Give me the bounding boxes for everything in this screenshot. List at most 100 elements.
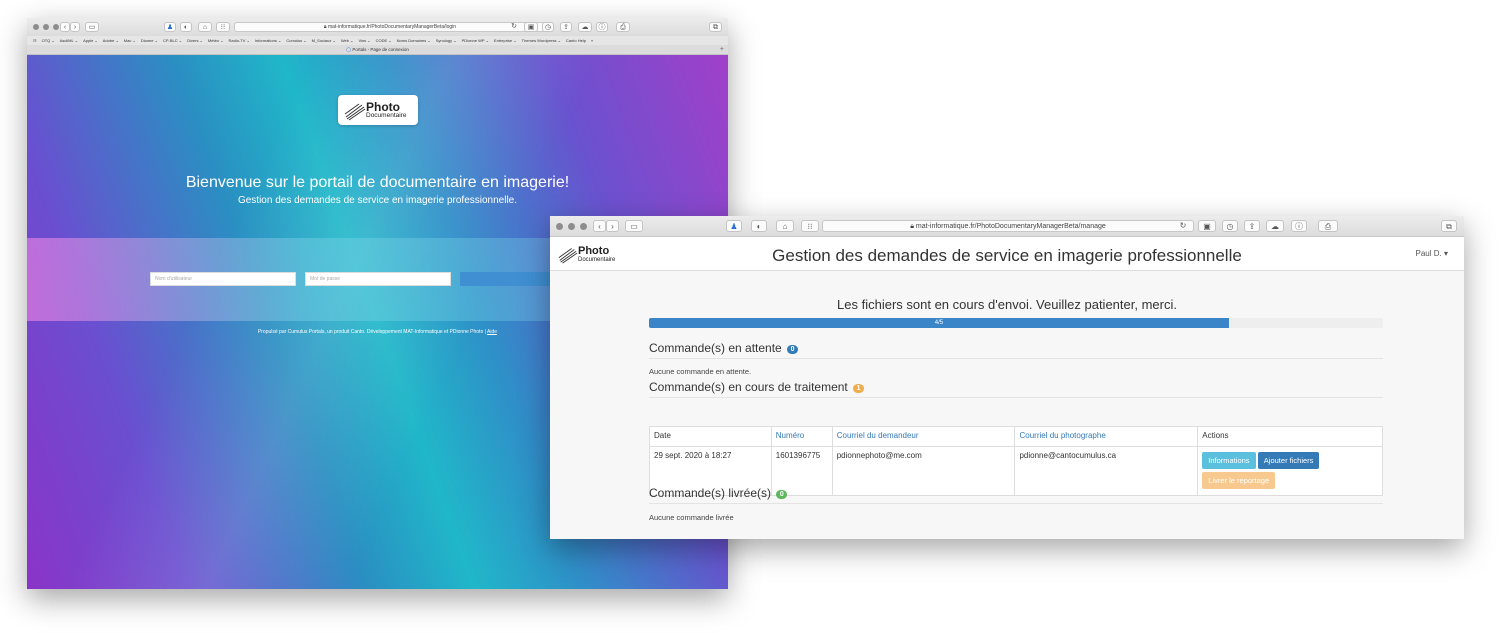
shield-icon[interactable]: ◐ <box>180 22 192 32</box>
reload-icon[interactable]: ↻ <box>510 22 518 32</box>
processing-title: Commande(s) en cours de traitement 1 <box>649 380 1383 398</box>
bookmark-item[interactable]: Mac ⌄ <box>124 38 136 43</box>
minimize-dot[interactable] <box>568 223 575 230</box>
info-icon[interactable]: ⓘ <box>596 22 608 32</box>
url-text: mat-informatique.fr/PhotoDocumentaryMana… <box>915 223 1106 230</box>
reload-icon[interactable]: ↻ <box>1178 220 1188 232</box>
close-dot[interactable] <box>556 223 563 230</box>
cloud-icon[interactable]: ☁ <box>1266 220 1284 232</box>
cloud-icon[interactable]: ☁ <box>578 22 592 32</box>
zoom-dot[interactable] <box>580 223 587 230</box>
bookmark-item[interactable]: Dionne ⌄ <box>141 38 158 43</box>
shield-icon[interactable]: ◐ <box>751 220 767 232</box>
bookmark-item[interactable]: Apple ⌄ <box>83 38 98 43</box>
chevron-right-icon[interactable]: › <box>606 220 619 232</box>
reader-icon[interactable]: ▣ <box>524 22 538 32</box>
user-menu[interactable]: Paul D. ▾ <box>1416 249 1448 258</box>
password-input[interactable]: Mot de passe <box>305 272 451 286</box>
person-icon[interactable]: ♟ <box>164 22 176 32</box>
bookmark-item[interactable]: Vins ⌄ <box>358 38 370 43</box>
chevron-left-icon[interactable]: ‹ <box>60 22 70 32</box>
processing-title-text: Commande(s) en cours de traitement <box>649 380 848 394</box>
username-input[interactable]: Nom d'utilisateur <box>150 272 296 286</box>
share-icon[interactable]: ⇪ <box>1244 220 1260 232</box>
print-icon[interactable]: ⎙ <box>616 22 630 32</box>
globe-icon: ◯ <box>346 47 352 52</box>
col-actions: Actions <box>1197 426 1383 447</box>
browser-toolbar: ‹ › ▭ ♟ ◐ ⌂ ⁝⁝ 🔒︎ mat-informatique.fr/Ph… <box>27 18 728 37</box>
informations-button[interactable]: Informations <box>1202 452 1256 469</box>
logo: Photo Documentaire <box>338 95 418 125</box>
home-icon[interactable]: ⌂ <box>776 220 794 232</box>
close-dot[interactable] <box>33 24 39 30</box>
bookmark-item[interactable]: CP-BLC ⌄ <box>163 38 182 43</box>
manager-window: ‹ › ▭ ♟ ◐ ⌂ ⁝⁝ 🔒︎ mat-informatique.fr/Ph… <box>550 216 1464 539</box>
bookmark-item[interactable]: Divers ⌄ <box>187 38 203 43</box>
upload-progress: 4/5 <box>649 318 1383 328</box>
bookmark-item[interactable]: Noms Domaines ⌄ <box>397 38 431 43</box>
tab-login[interactable]: ◯ Portals - Page de connexion <box>346 47 409 52</box>
add-files-button[interactable]: Ajouter fichiers <box>1257 452 1320 469</box>
bookmark-item[interactable]: Web ⌄ <box>341 38 354 43</box>
bookmark-item[interactable]: Entreprise ⌄ <box>494 38 517 43</box>
print-icon[interactable]: ⎙ <box>1318 220 1338 232</box>
history-icon[interactable]: ◷ <box>542 22 554 32</box>
bookmark-item[interactable]: CODE ⌄ <box>376 38 392 43</box>
minimize-dot[interactable] <box>43 24 49 30</box>
bookmark-item[interactable]: Adobe ⌄ <box>103 38 119 43</box>
bookmark-item[interactable]: » <box>591 38 593 43</box>
welcome-subtitle: Gestion des demandes de service en image… <box>237 195 518 206</box>
pending-title: Commande(s) en attente 0 <box>649 341 1383 359</box>
col-number[interactable]: Numéro <box>770 426 833 447</box>
welcome-title: Bienvenue sur le portail de documentaire… <box>185 174 570 191</box>
person-icon[interactable]: ♟ <box>726 220 742 232</box>
address-bar[interactable]: 🔒︎ mat-informatique.fr/PhotoDocumentaryM… <box>822 220 1194 232</box>
history-icon[interactable]: ◷ <box>1222 220 1238 232</box>
sidebar-icon[interactable]: ▭ <box>625 220 643 232</box>
pending-title-text: Commande(s) en attente <box>649 341 782 355</box>
delivered-title-text: Commande(s) livrée(s) <box>649 486 772 500</box>
chevron-left-icon[interactable]: ‹ <box>593 220 606 232</box>
bookmark-item[interactable]: Radio-TV ⌄ <box>229 38 250 43</box>
window-controls[interactable] <box>556 223 587 230</box>
window-controls[interactable] <box>33 24 59 30</box>
bookmarks-grid-icon[interactable]: ☷ <box>33 38 37 43</box>
bookmark-item[interactable]: Synology ⌄ <box>436 38 457 43</box>
col-photographer-email[interactable]: Courriel du photographe <box>1014 426 1199 447</box>
help-link[interactable]: Aide <box>487 329 497 335</box>
share-icon[interactable]: ⇪ <box>560 22 572 32</box>
pending-note: Aucune commande en attente. <box>649 367 752 376</box>
manager-page: Photo Documentaire Gestion des demandes … <box>550 237 1464 539</box>
tabs-icon[interactable]: ⧉ <box>709 22 722 32</box>
grid-icon[interactable]: ⁝⁝ <box>216 22 230 32</box>
bookmark-item[interactable]: PDionne WP ⌄ <box>462 38 489 43</box>
new-tab-icon[interactable]: + <box>720 45 724 54</box>
logo-stripes-icon <box>344 103 366 121</box>
tab-title: Portals - Page de connexion <box>352 47 409 52</box>
reader-icon[interactable]: ▣ <box>1198 220 1216 232</box>
bookmark-item[interactable]: Informations ⌄ <box>255 38 281 43</box>
progress-fill: 4/5 <box>649 318 1229 328</box>
bookmark-item[interactable]: Cumulus ⌄ <box>286 38 306 43</box>
grid-icon[interactable]: ⁝⁝ <box>801 220 819 232</box>
bookmark-item[interactable]: OTQ ⌄ <box>42 38 55 43</box>
address-bar[interactable]: 🔒︎ mat-informatique.fr/PhotoDocumentaryM… <box>234 22 546 32</box>
tab-bar: ◯ Portals - Page de connexion + <box>27 45 728 55</box>
bookmark-item[interactable]: Météo ⌄ <box>208 38 224 43</box>
chevron-right-icon[interactable]: › <box>70 22 80 32</box>
tabs-icon[interactable]: ⧉ <box>1441 220 1457 232</box>
bookmark-item[interactable]: AsciiML ⌄ <box>60 38 78 43</box>
browser-toolbar: ‹ › ▭ ♟ ◐ ⌂ ⁝⁝ 🔒︎ mat-informatique.fr/Ph… <box>550 216 1464 237</box>
bookmark-item[interactable]: Canto Help <box>566 38 586 43</box>
zoom-dot[interactable] <box>53 24 59 30</box>
table-header-row: Date Numéro Courriel du demandeur Courri… <box>649 426 1383 447</box>
processing-section: Commande(s) en cours de traitement 1 <box>649 380 1383 398</box>
home-icon[interactable]: ⌂ <box>198 22 212 32</box>
footer-text: Propulsé par Cumulus Portals, un produit… <box>257 329 486 335</box>
info-icon[interactable]: ⓘ <box>1291 220 1307 232</box>
url-text: mat-informatique.fr/PhotoDocumentaryMana… <box>327 24 457 30</box>
sidebar-icon[interactable]: ▭ <box>85 22 99 32</box>
bookmark-item[interactable]: M_Sociaux ⌄ <box>312 38 336 43</box>
col-requester-email[interactable]: Courriel du demandeur <box>831 426 1016 447</box>
bookmark-item[interactable]: Themes Wordpress ⌄ <box>522 38 561 43</box>
